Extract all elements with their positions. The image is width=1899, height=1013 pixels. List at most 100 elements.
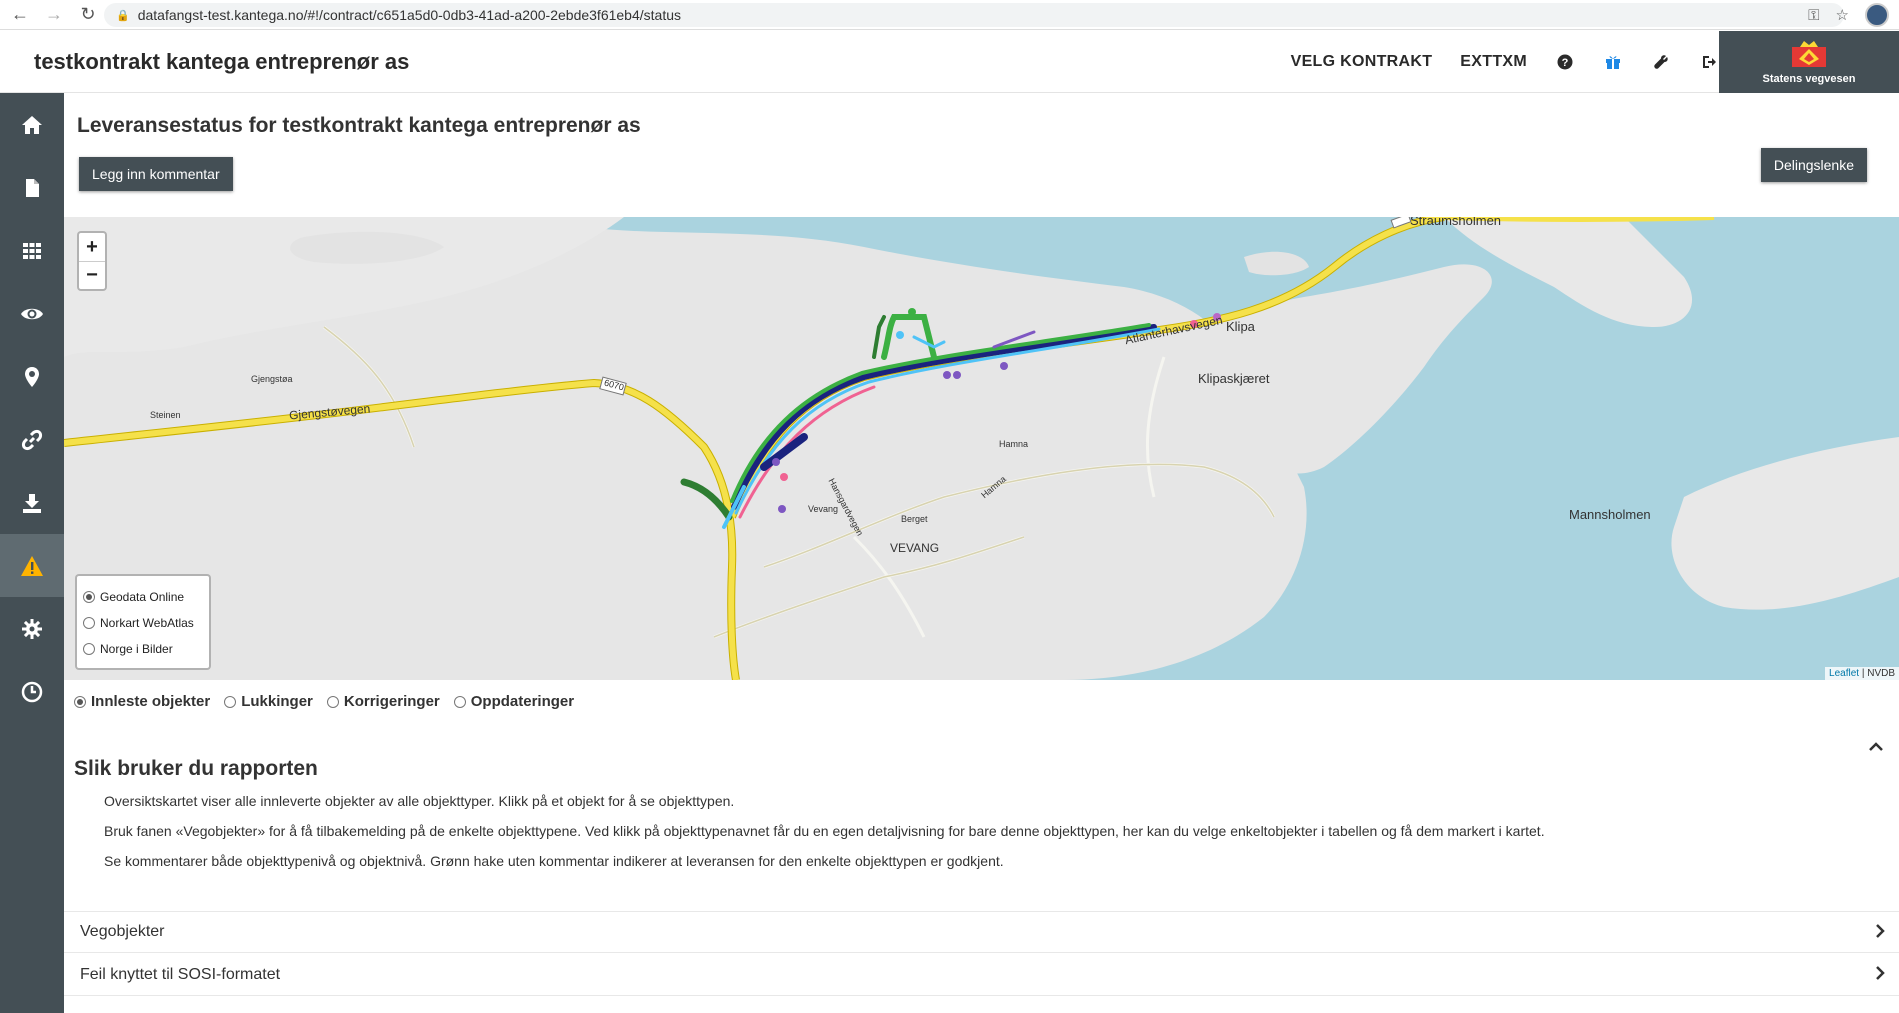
layer-option-norge-i-bilder[interactable]: Norge i Bilder [83,636,203,662]
map-label-hamna-place: Hamna [999,439,1029,449]
sidebar-item-history[interactable] [0,660,64,723]
layer-label: Norkart WebAtlas [100,616,194,630]
map-view[interactable]: Straumsholmen Klipa Klipaskjæret Mannsho… [64,217,1899,680]
reload-icon[interactable]: ↻ [74,1,102,29]
map-label-vevang: VEVANG [890,541,940,555]
radio-icon [83,617,95,629]
zoom-in-button[interactable]: + [79,233,105,261]
header-nav: VELG KONTRAKT EXTTXM ? [1291,31,1719,93]
statens-vegvesen-logo: Statens vegvesen [1719,31,1899,93]
main-content: Leveransestatus for testkontrakt kantega… [64,93,1899,1013]
logo-text: Statens vegvesen [1762,73,1856,85]
user-link[interactable]: EXTTXM [1460,53,1527,71]
app-header: testkontrakt kantega entreprenør as VELG… [0,31,1899,93]
star-icon[interactable]: ☆ [1836,6,1849,24]
profile-avatar[interactable] [1865,3,1889,27]
filter-label: Oppdateringer [470,693,575,710]
clock-icon [21,681,43,702]
filter-updates[interactable]: Oppdateringer [453,693,575,710]
map-label-berget: Berget [901,514,928,524]
browser-toolbar: ← → ↻ 🔒 datafangst-test.kantega.no/#!/co… [0,0,1899,30]
filter-label: Korrigeringer [343,693,440,710]
attribution-text: | NVDB [1859,668,1895,679]
url-text: datafangst-test.kantega.no/#!/contract/c… [137,7,681,23]
map-label-steinen: Steinen [150,410,181,420]
accordion-road-objects[interactable]: Vegobjekter [64,911,1899,953]
radio-icon [326,695,339,708]
sidebar-item-settings[interactable] [0,597,64,660]
filter-label: Innleste objekter [91,693,211,710]
chevron-right-icon [1875,922,1885,943]
sidebar-item-home[interactable] [0,93,64,156]
filter-corrections[interactable]: Korrigeringer [326,693,440,710]
land-mannsholmen [1671,437,1899,610]
filter-closures[interactable]: Lukkinger [224,693,313,710]
radio-icon [83,591,95,603]
radio-icon [453,695,466,708]
radio-icon [74,695,86,708]
share-link-button[interactable]: Delingslenke [1760,148,1867,182]
layer-option-norkart[interactable]: Norkart WebAtlas [83,610,203,636]
help-text-2: Bruk fanen «Vegobjekter» for å få tilbak… [104,823,1545,839]
add-comment-button[interactable]: Legg inn kommentar [79,157,233,191]
radio-icon [224,695,237,708]
home-icon [22,115,42,134]
sidebar-item-eye[interactable] [0,282,64,345]
map-label-gjengstoa: Gjengstøa [251,374,293,384]
back-icon[interactable]: ← [6,1,34,29]
wrench-icon[interactable] [1651,52,1671,72]
sidebar-item-link[interactable] [0,408,64,471]
map-label-klipa: Klipa [1226,319,1255,334]
radio-icon [83,643,95,655]
zoom-control: + − [77,231,107,291]
gift-icon[interactable] [1603,52,1623,72]
filter-read-objects[interactable]: Innleste objekter [74,693,210,710]
help-text-3: Se kommentarer både objekttypenivå og ob… [104,853,1004,869]
sidebar-item-download[interactable] [0,471,64,534]
filter-label: Lukkinger [241,693,313,710]
link-icon [21,429,43,450]
address-bar[interactable]: 🔒 datafangst-test.kantega.no/#!/contract… [104,3,1844,27]
lock-icon: 🔒 [116,9,130,22]
warning-icon [21,555,43,576]
grid-icon [23,242,41,259]
leaflet-link[interactable]: Leaflet [1829,668,1859,679]
logout-icon[interactable] [1699,52,1719,72]
map-label-straumsholmen: Straumsholmen [1410,217,1502,228]
base-layer-switcher: Geodata Online Norkart WebAtlas Norge i … [75,574,211,670]
report-help-title: Slik bruker du rapporten [74,757,318,780]
select-contract-link[interactable]: VELG KONTRAKT [1291,53,1433,71]
gear-icon [22,618,42,639]
chevron-up-icon[interactable] [1869,739,1883,757]
sidebar [0,93,64,1013]
help-text-1: Oversiktskartet viser alle innleverte ob… [104,793,735,809]
accordion-label: Feil knyttet til SOSI-formatet [80,965,281,983]
layer-label: Geodata Online [100,590,185,604]
sidebar-item-location[interactable] [0,345,64,408]
zoom-out-button[interactable]: − [79,261,105,289]
document-icon [26,178,39,197]
sidebar-item-warning[interactable] [0,534,64,597]
sidebar-item-document[interactable] [0,156,64,219]
key-icon[interactable]: ⚿ [1808,7,1819,24]
map-marker-icon [25,366,39,387]
accordion-label: Vegobjekter [80,923,165,940]
page-title: Leveransestatus for testkontrakt kantega… [77,114,641,137]
layer-label: Norge i Bilder [100,642,173,656]
map-label-vevang-small: Vevang [808,504,839,514]
map-label-klipaskjaeret: Klipaskjæret [1198,371,1270,386]
app-title: testkontrakt kantega entreprenør as [34,49,410,74]
land-islet-2 [1244,251,1309,276]
download-icon [23,493,41,513]
accordion-sosi-errors[interactable]: Feil knyttet til SOSI-formatet [64,954,1899,996]
map-attribution: Leaflet | NVDB [1825,667,1899,680]
layer-option-geodata[interactable]: Geodata Online [83,584,203,610]
crest-icon [1792,41,1826,67]
map-canvas[interactable] [64,217,1899,680]
chevron-right-icon [1875,964,1885,985]
map-label-mannsholmen: Mannsholmen [1569,507,1651,522]
help-icon[interactable]: ? [1555,52,1575,72]
sidebar-item-grid[interactable] [0,219,64,282]
eye-icon [21,308,43,319]
forward-icon[interactable]: → [40,1,68,29]
